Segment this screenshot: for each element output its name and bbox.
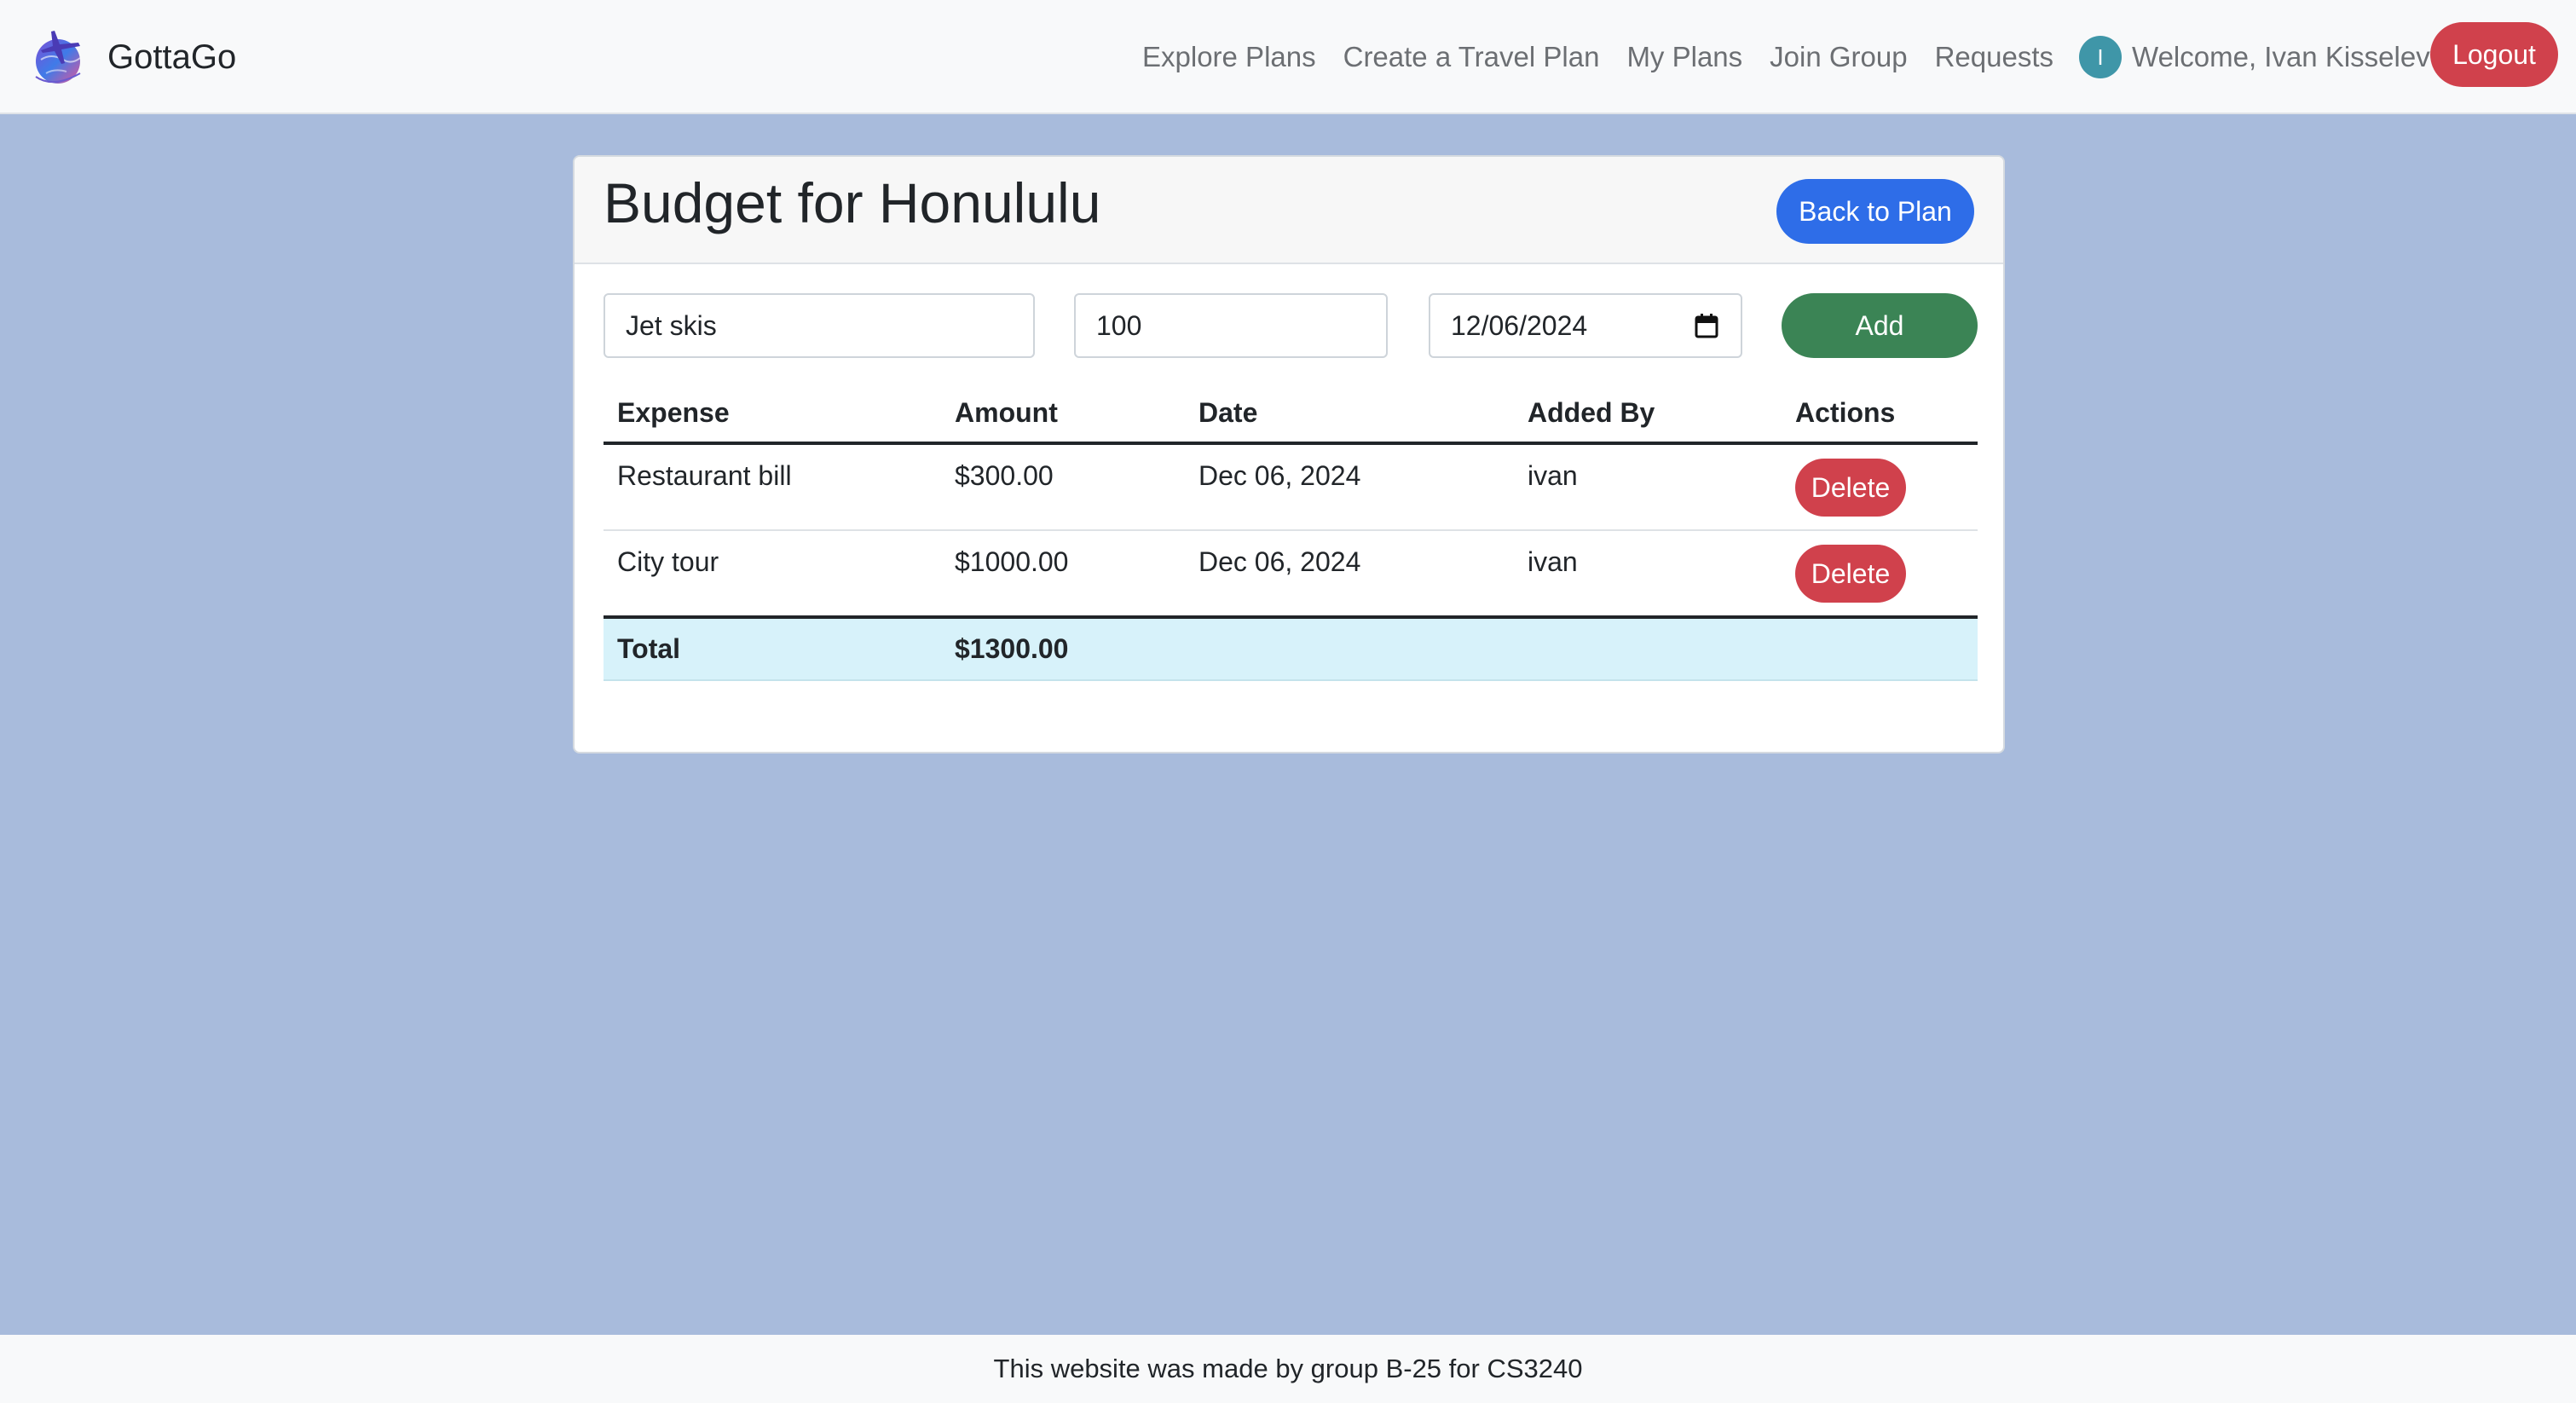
cell-added-by: ivan bbox=[1514, 443, 1782, 531]
expenses-table: Expense Amount Date Added By Actions Res… bbox=[604, 397, 1978, 681]
table-row: City tour $1000.00 Dec 06, 2024 ivan Del… bbox=[604, 530, 1978, 619]
delete-expense-button[interactable]: Delete bbox=[1795, 545, 1906, 603]
nav-links: Explore Plans Create a Travel Plan My Pl… bbox=[1142, 0, 2438, 114]
column-header-amount: Amount bbox=[941, 397, 1185, 445]
cell-expense: Restaurant bill bbox=[604, 443, 941, 531]
total-empty-cell bbox=[1782, 617, 1978, 681]
top-navbar: GottaGo Explore Plans Create a Travel Pl… bbox=[0, 0, 2576, 114]
footer-text: This website was made by group B-25 for … bbox=[993, 1354, 1583, 1383]
cell-date: Dec 06, 2024 bbox=[1185, 530, 1514, 619]
cell-added-by: ivan bbox=[1514, 530, 1782, 619]
brand-link[interactable]: GottaGo bbox=[29, 26, 236, 89]
total-empty-cell bbox=[1185, 617, 1514, 681]
column-header-actions: Actions bbox=[1782, 397, 1978, 445]
expense-date-input[interactable]: 12/06/2024 bbox=[1429, 293, 1742, 358]
nav-link-requests[interactable]: Requests bbox=[1935, 41, 2053, 73]
calendar-icon[interactable] bbox=[1695, 313, 1718, 338]
expense-amount-value: 100 bbox=[1096, 309, 1142, 341]
globe-airplane-logo-icon bbox=[35, 31, 81, 84]
nav-link-my-plans[interactable]: My Plans bbox=[1626, 41, 1742, 73]
nav-link-join-group[interactable]: Join Group bbox=[1770, 41, 1907, 73]
column-header-date: Date bbox=[1185, 397, 1514, 445]
total-row: Total $1300.00 bbox=[604, 617, 1978, 681]
delete-expense-button[interactable]: Delete bbox=[1795, 459, 1906, 517]
expense-amount-input[interactable]: 100 bbox=[1074, 293, 1388, 358]
page-title: Budget for Honululu bbox=[604, 171, 1101, 234]
back-to-plan-button[interactable]: Back to Plan bbox=[1776, 179, 1974, 244]
card-header: Budget for Honululu Back to Plan bbox=[575, 157, 2003, 264]
cell-actions: Delete bbox=[1782, 443, 1978, 531]
add-expense-button[interactable]: Add bbox=[1782, 293, 1978, 358]
cell-amount: $1000.00 bbox=[941, 530, 1185, 619]
nav-link-create-travel-plan[interactable]: Create a Travel Plan bbox=[1343, 41, 1600, 73]
column-header-added-by: Added By bbox=[1514, 397, 1782, 445]
expense-date-value: 12/06/2024 bbox=[1451, 309, 1588, 341]
column-header-expense: Expense bbox=[604, 397, 941, 445]
total-empty-cell bbox=[1514, 617, 1782, 681]
cell-actions: Delete bbox=[1782, 530, 1978, 619]
cell-expense: City tour bbox=[604, 530, 941, 619]
total-label: Total bbox=[604, 617, 941, 681]
welcome-text: Welcome, Ivan Kisselev! bbox=[2132, 41, 2438, 72]
nav-link-explore-plans[interactable]: Explore Plans bbox=[1142, 41, 1316, 73]
table-row: Restaurant bill $300.00 Dec 06, 2024 iva… bbox=[604, 443, 1978, 531]
cell-amount: $300.00 bbox=[941, 443, 1185, 531]
user-avatar: I bbox=[2079, 36, 2123, 78]
budget-card: Budget for Honululu Back to Plan Jet ski… bbox=[573, 155, 2005, 753]
expense-name-value: Jet skis bbox=[626, 309, 717, 341]
table-header-row: Expense Amount Date Added By Actions bbox=[604, 397, 1978, 445]
site-footer: This website was made by group B-25 for … bbox=[0, 1335, 2576, 1403]
expense-name-input[interactable]: Jet skis bbox=[604, 293, 1035, 358]
cell-date: Dec 06, 2024 bbox=[1185, 443, 1514, 531]
brand-name: GottaGo bbox=[107, 38, 237, 76]
add-expense-form: Jet skis 100 12/06/2024 Add bbox=[575, 293, 2003, 358]
total-amount: $1300.00 bbox=[941, 617, 1185, 681]
logout-button[interactable]: Logout bbox=[2430, 22, 2558, 87]
